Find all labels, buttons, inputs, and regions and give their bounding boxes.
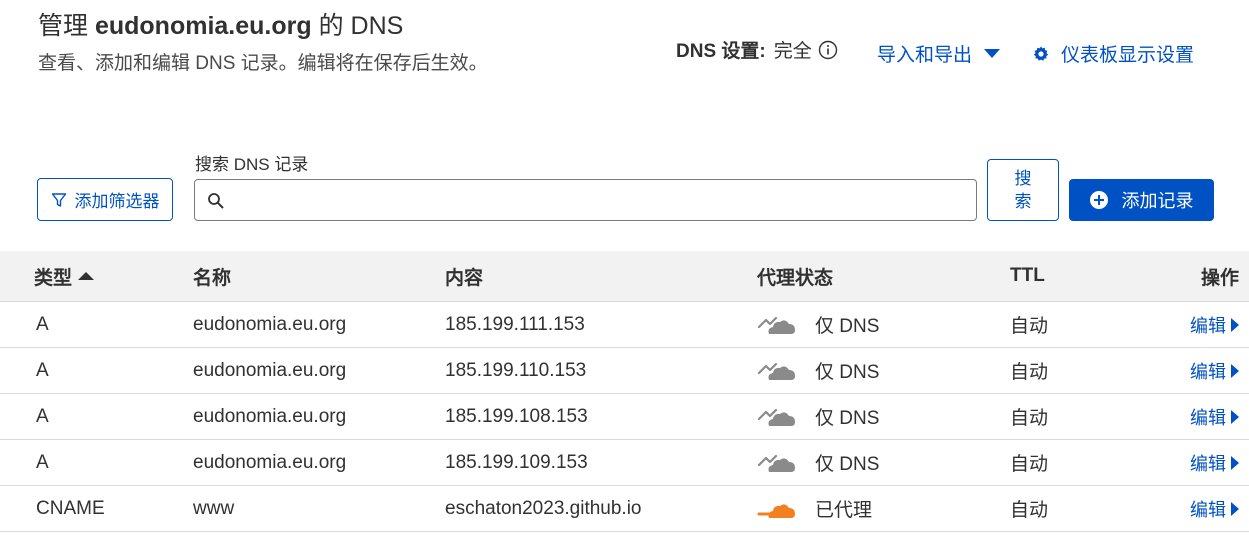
title-suffix: 的 DNS xyxy=(311,12,404,40)
import-export-dropdown[interactable]: 导入和导出 xyxy=(877,40,1001,67)
record-name: eudonomia.eu.org xyxy=(193,451,347,473)
proxy-status-label: 仅 DNS xyxy=(815,362,880,383)
dns-records-table: 类型 名称 内容 代理状态 TTL 操作 Aeudonomia.eu.org 18… xyxy=(0,251,1249,532)
record-proxy-status: 仅 DNS xyxy=(757,302,879,347)
record-proxy-status: 仅 DNS xyxy=(757,440,879,485)
caret-right-icon xyxy=(1230,317,1239,332)
proxy-status-label: 仅 DNS xyxy=(815,454,880,475)
record-type: A xyxy=(36,451,49,473)
title-domain: eudonomia.eu.org xyxy=(94,12,312,40)
dashboard-settings-label: 仪表板显示设置 xyxy=(1061,45,1195,66)
cloud-proxied-icon xyxy=(757,498,801,520)
sort-asc-icon xyxy=(78,271,95,281)
record-type: A xyxy=(36,405,49,427)
info-icon[interactable] xyxy=(818,40,838,60)
caret-right-icon xyxy=(1230,501,1239,516)
caret-down-icon xyxy=(984,48,1001,59)
dns-settings-label: DNS 设置: xyxy=(676,41,766,62)
record-name: eudonomia.eu.org xyxy=(193,313,347,335)
search-field[interactable] xyxy=(194,179,977,221)
column-type-label: 类型 xyxy=(34,267,73,289)
record-content: eschaton2023.github.io xyxy=(445,497,642,519)
record-content: 185.199.111.153 xyxy=(445,313,585,335)
proxy-status-label: 仅 DNS xyxy=(815,408,880,429)
proxy-status-label: 已代理 xyxy=(815,500,873,521)
column-header-name[interactable]: 名称 xyxy=(193,251,231,301)
cloud-dns-only-icon xyxy=(757,314,801,336)
table-row: Aeudonomia.eu.org 185.199.109.153 仅 DNS 自动 编… xyxy=(0,440,1249,486)
edit-label: 编辑 xyxy=(1190,361,1226,382)
edit-label: 编辑 xyxy=(1190,407,1226,428)
record-ttl: 自动 xyxy=(1010,362,1049,383)
table-row: Aeudonomia.eu.org 185.199.111.153 仅 DNS 自动 编… xyxy=(0,302,1249,348)
edit-label: 编辑 xyxy=(1190,453,1226,474)
edit-record-button[interactable]: 编辑 xyxy=(1190,496,1239,522)
plus-circle-icon xyxy=(1089,191,1108,209)
search-icon xyxy=(207,192,225,210)
cloud-dns-only-icon xyxy=(757,406,801,428)
search-button[interactable]: 搜索 xyxy=(987,159,1059,221)
column-header-proxy[interactable]: 代理状态 xyxy=(757,251,833,301)
record-content: 185.199.110.153 xyxy=(445,359,587,381)
column-header-type[interactable]: 类型 xyxy=(34,251,95,301)
table-header: 类型 名称 内容 代理状态 TTL 操作 xyxy=(0,251,1249,302)
proxy-status-label: 仅 DNS xyxy=(815,316,880,337)
edit-record-button[interactable]: 编辑 xyxy=(1190,358,1239,384)
table-row: Aeudonomia.eu.org 185.199.110.153 仅 DNS 自动 编… xyxy=(0,348,1249,394)
add-filter-label: 添加筛选器 xyxy=(74,192,160,211)
add-record-label: 添加记录 xyxy=(1121,191,1194,211)
record-name: eudonomia.eu.org xyxy=(193,359,347,381)
caret-right-icon xyxy=(1230,363,1239,378)
add-record-button[interactable]: 添加记录 xyxy=(1069,179,1214,221)
record-ttl: 自动 xyxy=(1010,454,1049,475)
record-actions: 编辑 xyxy=(1190,440,1239,485)
record-actions: 编辑 xyxy=(1190,486,1239,531)
record-ttl: 自动 xyxy=(1010,316,1049,337)
cloud-dns-only-icon xyxy=(757,452,801,474)
edit-record-button[interactable]: 编辑 xyxy=(1190,404,1239,430)
record-actions: 编辑 xyxy=(1190,348,1239,393)
caret-right-icon xyxy=(1230,409,1239,424)
cloud-dns-only-icon xyxy=(757,360,801,382)
import-export-label: 导入和导出 xyxy=(877,45,973,66)
dns-settings-status: DNS 设置: 完全 xyxy=(676,36,838,63)
caret-right-icon xyxy=(1230,455,1239,470)
record-content: 185.199.109.153 xyxy=(445,451,588,473)
record-type: A xyxy=(36,359,49,381)
edit-label: 编辑 xyxy=(1190,499,1226,520)
search-button-label: 搜索 xyxy=(1014,169,1032,211)
record-actions: 编辑 xyxy=(1190,394,1239,439)
column-header-content[interactable]: 内容 xyxy=(445,251,483,301)
gear-icon xyxy=(1033,46,1049,62)
record-ttl: 自动 xyxy=(1010,500,1049,521)
dashboard-display-settings-link[interactable]: 仪表板显示设置 xyxy=(1033,40,1194,67)
edit-label: 编辑 xyxy=(1190,315,1226,336)
record-proxy-status: 仅 DNS xyxy=(757,394,879,439)
record-type: CNAME xyxy=(36,497,105,519)
record-type: A xyxy=(36,313,49,335)
edit-record-button[interactable]: 编辑 xyxy=(1190,312,1239,338)
search-input[interactable] xyxy=(235,186,959,216)
record-content: 185.199.108.153 xyxy=(445,405,588,427)
edit-record-button[interactable]: 编辑 xyxy=(1190,450,1239,476)
record-name: eudonomia.eu.org xyxy=(193,405,347,427)
dns-settings-value: 完全 xyxy=(773,41,812,62)
record-ttl: 自动 xyxy=(1010,408,1049,429)
filter-icon xyxy=(51,192,67,208)
page-title: 管理 eudonomia.eu.org 的 DNS xyxy=(38,6,403,42)
title-prefix: 管理 xyxy=(38,12,95,40)
record-actions: 编辑 xyxy=(1190,302,1239,347)
page-subtitle: 查看、添加和编辑 DNS 记录。编辑将在保存后生效。 xyxy=(38,53,488,74)
add-filter-button[interactable]: 添加筛选器 xyxy=(37,178,173,221)
table-row: CNAME www eschaton2023.github.io 已代理 自动 编辑 xyxy=(0,486,1249,532)
column-header-ttl[interactable]: TTL xyxy=(1010,251,1045,301)
search-label: 搜索 DNS 记录 xyxy=(195,155,309,174)
record-proxy-status: 已代理 xyxy=(757,486,872,531)
record-name: www xyxy=(193,497,235,519)
record-proxy-status: 仅 DNS xyxy=(757,348,879,393)
table-row: Aeudonomia.eu.org 185.199.108.153 仅 DNS 自动 编… xyxy=(0,394,1249,440)
column-header-actions: 操作 xyxy=(1200,267,1239,289)
